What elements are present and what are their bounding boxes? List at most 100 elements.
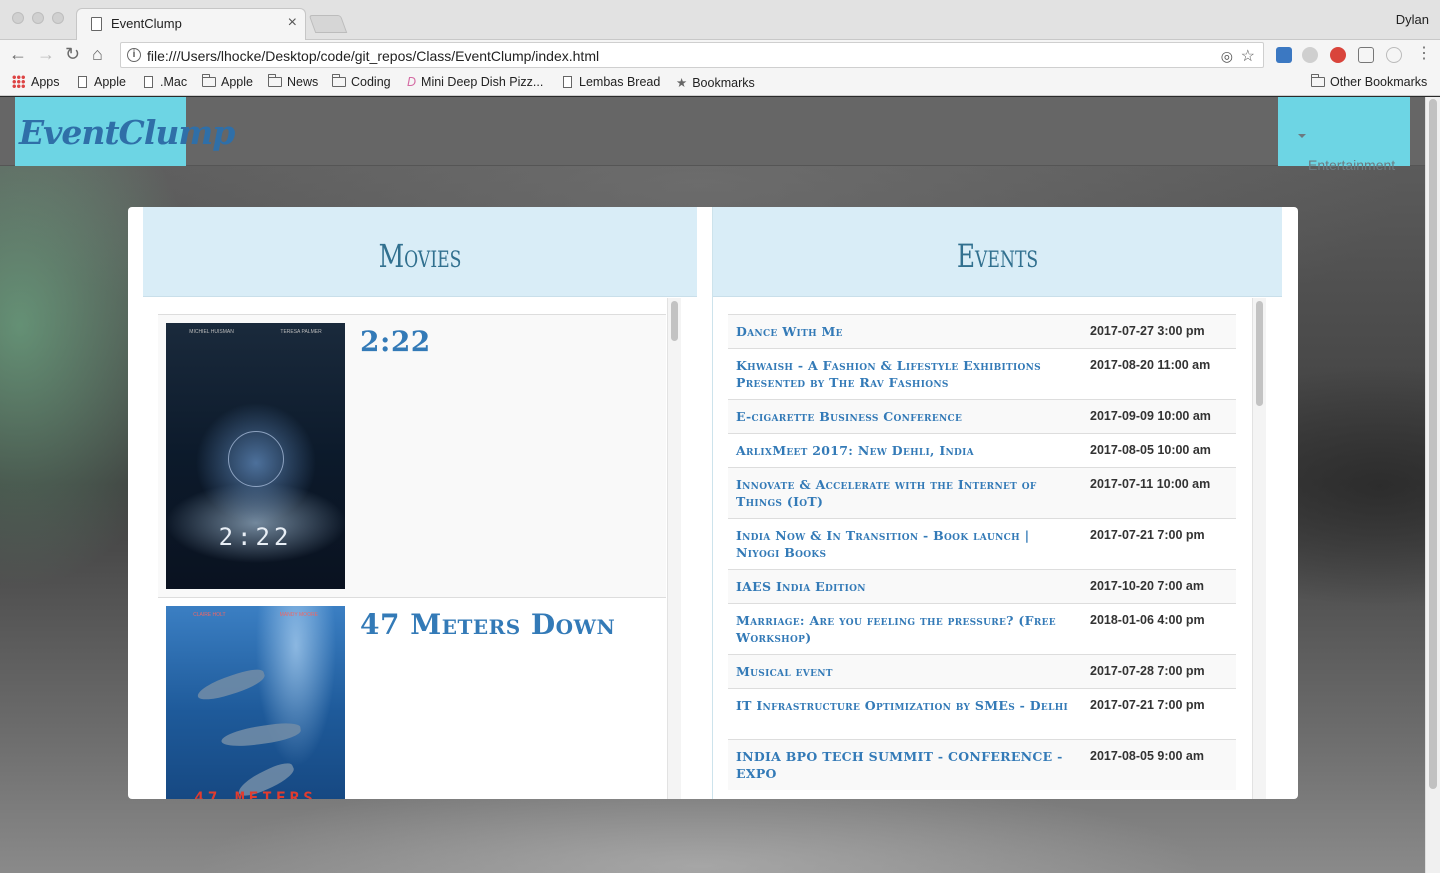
movies-list[interactable]: MICHIEL HUISMAN TERESA PALMER 2:22 2:22 C… — [143, 298, 697, 799]
folder-icon — [1311, 74, 1325, 87]
event-name-link[interactable]: Marriage: Are you feeling the pressure? … — [728, 604, 1083, 654]
event-name-link[interactable]: Dance With Me — [728, 315, 1083, 348]
event-name-link[interactable]: ArlixMeet 2017: New Dehli, India — [728, 434, 1083, 467]
poster-title: 47 METERS — [194, 788, 317, 799]
maximize-window-button[interactable] — [52, 12, 64, 24]
event-name-link[interactable]: Musical event — [728, 655, 1083, 688]
page-icon — [563, 76, 572, 88]
forward-icon[interactable]: → — [37, 44, 55, 64]
bookmarks-bar: Apps Apple .Mac Apple News Coding D Mini … — [0, 70, 1440, 96]
movie-item[interactable]: MICHIEL HUISMAN TERESA PALMER 2:22 2:22 — [158, 314, 666, 597]
cloud-extension-icon[interactable] — [1302, 47, 1318, 63]
url-text[interactable]: file:///Users/lhocke/Desktop/code/git_re… — [147, 48, 599, 64]
bookmark-apple-folder[interactable]: Apple — [202, 74, 253, 89]
events-scroll-thumb[interactable] — [1256, 301, 1263, 406]
movie-poster[interactable]: CLAIRE HOLT MANDY MOORE 47 METERS — [166, 606, 345, 799]
tab-title: EventClump — [111, 16, 182, 31]
star-icon: ★ — [676, 76, 688, 90]
events-panel: Events Dance With Me 2017-07-27 3:00 pm Kh… — [713, 207, 1282, 799]
clock-graphic — [228, 431, 284, 487]
event-row[interactable]: India Now & In Transition - Book launch … — [728, 518, 1236, 569]
movies-scrollbar[interactable] — [667, 298, 681, 799]
page-scrollbar[interactable] — [1425, 97, 1440, 873]
events-panel-header: Events — [713, 207, 1282, 297]
address-bar[interactable]: i file:///Users/lhocke/Desktop/code/git_… — [120, 42, 1264, 68]
location-icon[interactable]: ◎ — [1221, 48, 1233, 65]
event-row[interactable]: IT Infrastructure Optimization by SMEs -… — [728, 688, 1236, 739]
poster-title: 2:22 — [218, 523, 293, 551]
pinterest-icon: D — [407, 75, 417, 89]
event-name-link[interactable]: Khwaish - A Fashion & Lifestyle Exhibiti… — [728, 349, 1083, 399]
cast-icon[interactable] — [1358, 47, 1374, 63]
back-icon[interactable]: ← — [9, 44, 27, 64]
caret-down-icon — [1298, 134, 1306, 138]
event-name-link[interactable]: IT Infrastructure Optimization by SMEs -… — [728, 689, 1083, 722]
event-date: 2017-07-28 7:00 pm — [1090, 664, 1205, 678]
dropdown-label: Entertainment — [1308, 157, 1396, 173]
adblock-icon[interactable] — [1330, 47, 1346, 63]
extension-icon[interactable] — [1276, 47, 1292, 63]
profile-name[interactable]: Dylan — [1396, 12, 1429, 27]
bookmark-apple[interactable]: Apple — [78, 75, 126, 89]
event-row[interactable]: Innovate & Accelerate with the Internet … — [728, 467, 1236, 518]
close-tab-icon[interactable]: × — [288, 14, 297, 32]
bookmark-bookmarks[interactable]: ★ Bookmarks — [676, 75, 755, 90]
event-date: 2017-09-09 10:00 am — [1090, 409, 1211, 423]
apps-grid-icon — [12, 75, 25, 88]
page-viewport: EventClump Entertainment Movies MICHIEL … — [0, 97, 1440, 873]
event-row[interactable]: INDIA BPO TECH SUMMIT - CONFERENCE - EXP… — [728, 739, 1236, 790]
close-window-button[interactable] — [12, 12, 24, 24]
event-row[interactable]: ArlixMeet 2017: New Dehli, India 2017-08-… — [728, 433, 1236, 467]
browser-tab[interactable]: EventClump × — [76, 8, 306, 40]
event-name-link[interactable]: Innovate & Accelerate with the Internet … — [728, 468, 1083, 518]
reload-icon[interactable]: ↻ — [65, 44, 80, 64]
content-container: Movies MICHIEL HUISMAN TERESA PALMER 2:22… — [128, 207, 1298, 799]
document-icon — [91, 17, 102, 31]
bookmark-coding[interactable]: Coding — [332, 74, 391, 89]
movie-title[interactable]: 47 Meters Down — [360, 608, 615, 641]
event-name-link[interactable]: INDIA BPO TECH SUMMIT - CONFERENCE - EXP… — [728, 740, 1083, 790]
page-icon — [78, 76, 87, 88]
page-icon — [144, 76, 153, 88]
movie-title[interactable]: 2:22 — [360, 325, 431, 358]
event-name-link[interactable]: India Now & In Transition - Book launch … — [728, 519, 1083, 569]
bookmark-apps[interactable]: Apps — [12, 75, 60, 89]
event-name-link[interactable]: IAES India Edition — [728, 570, 1083, 603]
bookmark-lembas[interactable]: Lembas Bread — [563, 75, 660, 89]
entertainment-dropdown[interactable]: Entertainment — [1278, 97, 1410, 173]
events-scrollbar[interactable] — [1252, 298, 1266, 799]
bookmark-mac[interactable]: .Mac — [144, 75, 187, 89]
new-tab-button[interactable] — [308, 15, 348, 33]
page-scroll-thumb[interactable] — [1429, 99, 1437, 789]
movies-scroll-thumb[interactable] — [671, 301, 678, 341]
bookmark-star-icon[interactable]: ☆ — [1241, 46, 1255, 66]
brand-logo[interactable]: EventClump — [15, 97, 235, 166]
events-list[interactable]: Dance With Me 2017-07-27 3:00 pm Khwaish -… — [713, 298, 1282, 799]
movie-poster[interactable]: MICHIEL HUISMAN TERESA PALMER 2:22 — [166, 323, 345, 589]
bookmark-pizza[interactable]: D Mini Deep Dish Pizz... — [407, 75, 543, 89]
site-navbar: EventClump Entertainment — [0, 97, 1425, 173]
event-row[interactable]: IAES India Edition 2017-10-20 7:00 am — [728, 569, 1236, 603]
event-row[interactable]: Marriage: Are you feeling the pressure? … — [728, 603, 1236, 654]
menu-icon[interactable]: ⋮ — [1416, 44, 1432, 64]
bookmark-other[interactable]: Other Bookmarks — [1311, 74, 1427, 89]
shark-graphic — [220, 720, 302, 750]
bookmark-news[interactable]: News — [268, 74, 318, 89]
movie-item[interactable]: CLAIRE HOLT MANDY MOORE 47 METERS 47 Mete… — [158, 597, 666, 799]
movies-panel: Movies MICHIEL HUISMAN TERESA PALMER 2:22… — [143, 207, 697, 799]
event-row[interactable]: Khwaish - A Fashion & Lifestyle Exhibiti… — [728, 348, 1236, 399]
event-row[interactable]: Dance With Me 2017-07-27 3:00 pm — [728, 314, 1236, 348]
info-icon[interactable]: i — [127, 48, 141, 62]
event-row[interactable]: Musical event 2017-07-28 7:00 pm — [728, 654, 1236, 688]
extension-circle-icon[interactable] — [1386, 47, 1402, 63]
events-heading: Events — [956, 237, 1039, 275]
home-icon[interactable]: ⌂ — [92, 44, 103, 64]
event-name-link[interactable]: E-cigarette Business Conference — [728, 400, 1083, 433]
event-date: 2017-07-21 7:00 pm — [1090, 698, 1205, 712]
event-date: 2017-10-20 7:00 am — [1090, 579, 1204, 593]
event-date: 2017-07-21 7:00 pm — [1090, 528, 1205, 542]
event-date: 2017-07-27 3:00 pm — [1090, 324, 1205, 338]
minimize-window-button[interactable] — [32, 12, 44, 24]
event-date: 2018-01-06 4:00 pm — [1090, 613, 1205, 627]
event-row[interactable]: E-cigarette Business Conference 2017-09-0… — [728, 399, 1236, 433]
